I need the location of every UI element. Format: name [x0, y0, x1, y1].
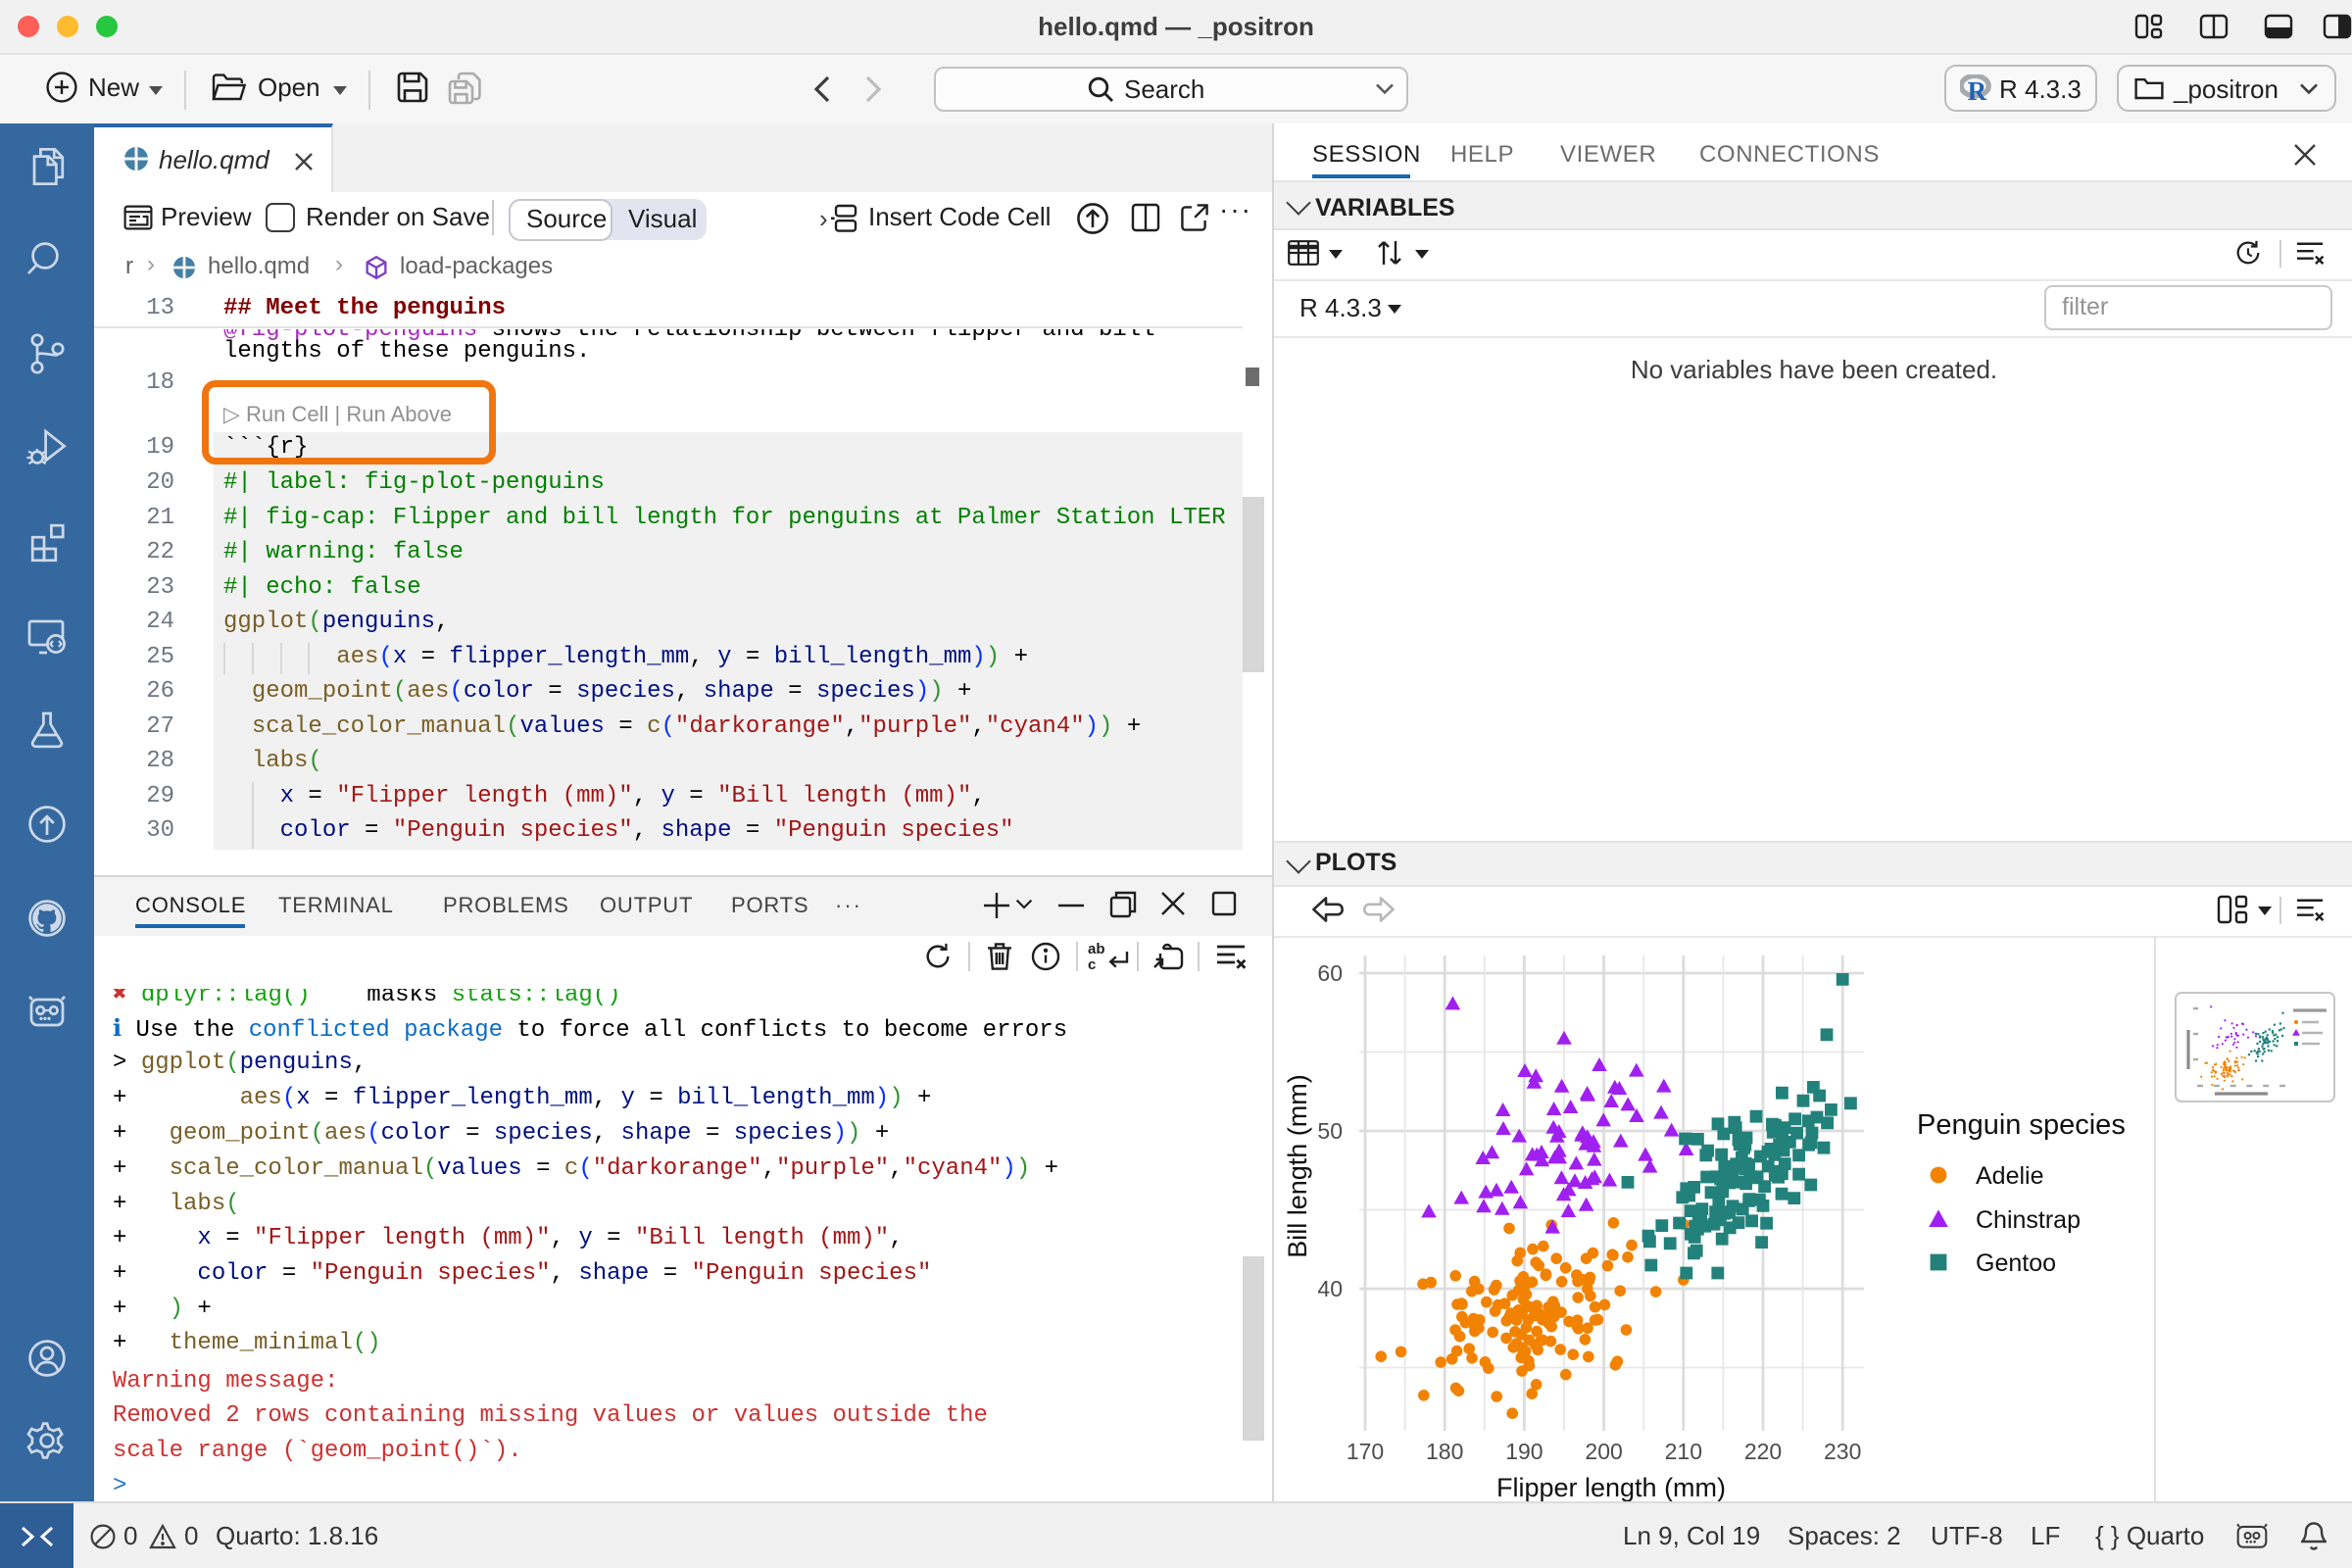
- svg-text:Adelie: Adelie: [1976, 1162, 2044, 1190]
- svg-text:200: 200: [1585, 1439, 1622, 1464]
- svg-text:c: c: [1088, 956, 1096, 971]
- svg-text:Gentoo: Gentoo: [1976, 1250, 2056, 1277]
- svg-text:ab: ab: [1088, 941, 1105, 957]
- svg-text:Chinstrap: Chinstrap: [1976, 1206, 2081, 1234]
- svg-text:180: 180: [1426, 1439, 1463, 1464]
- svg-text:220: 220: [1744, 1439, 1782, 1464]
- svg-text:Flipper length (mm): Flipper length (mm): [1496, 1473, 1726, 1501]
- svg-text:Penguin species: Penguin species: [1917, 1109, 2126, 1141]
- svg-text:R: R: [1968, 76, 1987, 102]
- svg-text:190: 190: [1505, 1439, 1543, 1464]
- svg-text:60: 60: [1317, 960, 1343, 986]
- svg-text:Bill length (mm): Bill length (mm): [1283, 1074, 1312, 1258]
- svg-text:210: 210: [1665, 1439, 1702, 1464]
- svg-text:170: 170: [1347, 1439, 1384, 1464]
- svg-text:40: 40: [1317, 1276, 1343, 1301]
- svg-text:230: 230: [1824, 1439, 1861, 1464]
- svg-text:50: 50: [1317, 1118, 1343, 1144]
